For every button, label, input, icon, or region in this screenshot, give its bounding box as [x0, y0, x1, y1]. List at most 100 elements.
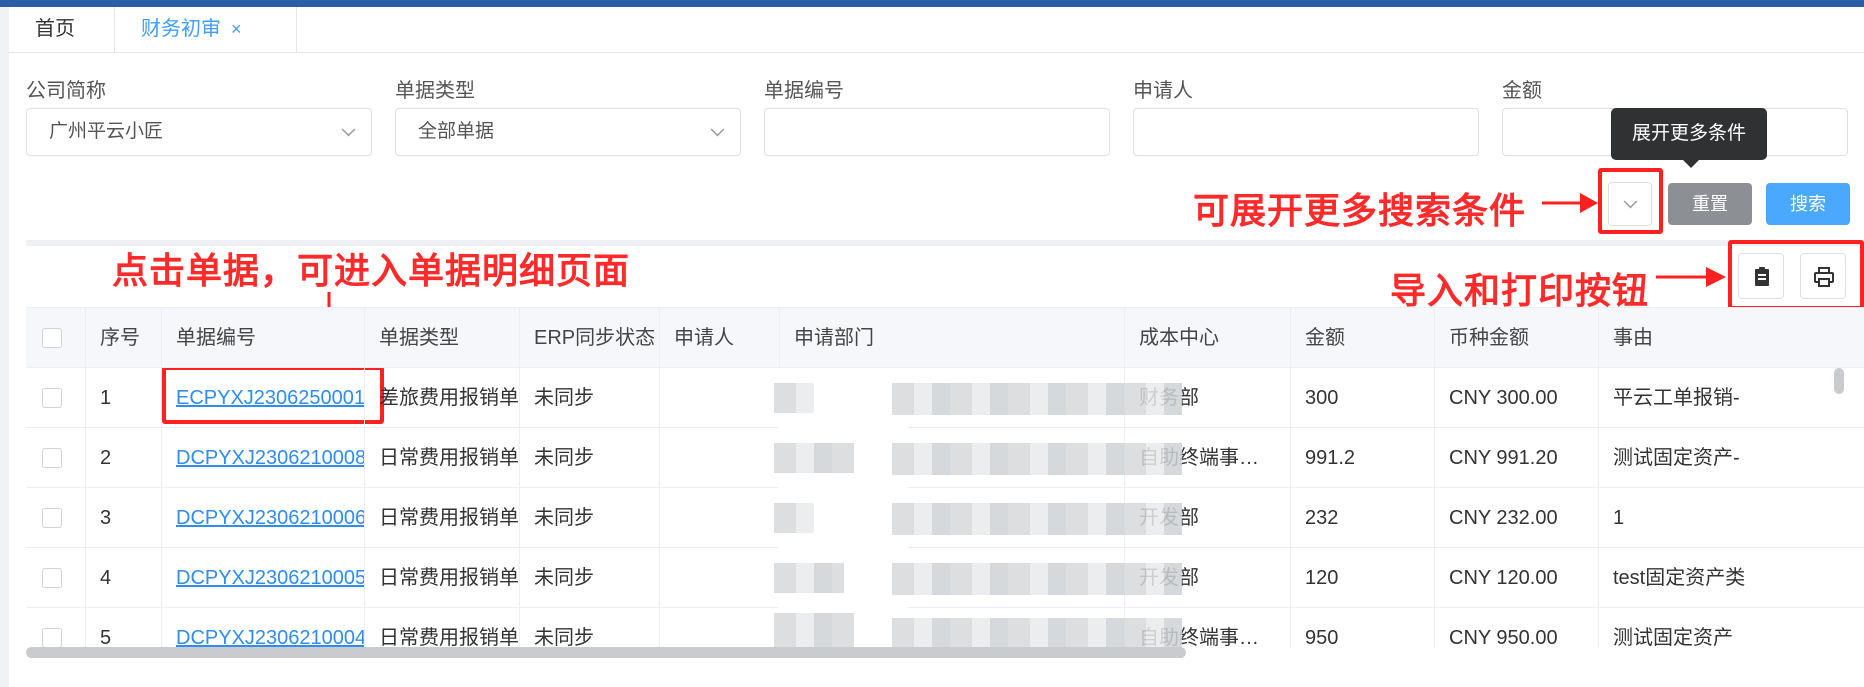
row-select-cell	[26, 548, 86, 608]
document-table: 序号 单据编号 单据类型 ERP同步状态 申请人 申请部门 成本中心 金额 币种…	[26, 307, 1864, 647]
doc-no-link[interactable]: ECPYXJ2306250001	[176, 387, 364, 409]
cell-index: 4	[86, 548, 162, 608]
cell-applicant	[660, 368, 780, 428]
applicant-input[interactable]	[1133, 108, 1479, 156]
vertical-scrollbar[interactable]	[1834, 368, 1844, 394]
header-doc-no: 单据编号	[162, 308, 365, 368]
row-checkbox[interactable]	[42, 508, 62, 528]
cell-currency-amount: CNY 232.00	[1435, 488, 1599, 548]
row-checkbox[interactable]	[42, 448, 62, 468]
doc-no-label: 单据编号	[764, 80, 844, 102]
cell-index: 1	[86, 368, 162, 428]
redacted-department	[892, 383, 1182, 415]
cell-currency-amount: CNY 300.00	[1435, 368, 1599, 428]
cell-applicant	[660, 488, 780, 548]
cell-doc-type: 差旅费用报销单	[365, 368, 520, 428]
cell-amount: 300	[1291, 368, 1435, 428]
cell-reason: 测试固定资产-	[1613, 447, 1740, 469]
select-all-cell	[26, 308, 86, 368]
cell-reason: test固定资产类	[1613, 567, 1746, 589]
close-icon[interactable]: ×	[231, 19, 242, 39]
row-select-cell	[26, 368, 86, 428]
cell-doc-no: DCPYXJ2306210006	[162, 488, 365, 548]
cell-applicant	[660, 548, 780, 608]
cell-index: 3	[86, 488, 162, 548]
cell-doc-no: DCPYXJ2306210004	[162, 608, 365, 647]
header-dept: 申请部门	[780, 308, 1125, 368]
company-label: 公司简称	[26, 80, 106, 102]
cell-reason: 平云工单报销-	[1613, 387, 1740, 409]
cell-applicant	[660, 428, 780, 488]
cell-doc-type: 日常费用报销单	[365, 488, 520, 548]
arrow-to-import-print	[1656, 267, 1726, 287]
expand-annotation: 可展开更多搜索条件	[1193, 190, 1527, 231]
row-checkbox[interactable]	[42, 388, 62, 408]
cell-amount: 991.2	[1291, 428, 1435, 488]
cell-index: 2	[86, 428, 162, 488]
cell-doc-type: 日常费用报销单	[365, 548, 520, 608]
arrow-to-expand	[1542, 193, 1598, 213]
header-cost-center: 成本中心	[1125, 308, 1291, 368]
doc-no-link[interactable]: DCPYXJ2306210005	[176, 567, 364, 589]
top-accent-bar	[0, 0, 1864, 7]
left-edge	[0, 7, 9, 687]
cell-amount: 120	[1291, 548, 1435, 608]
cell-currency-amount: CNY 950.00	[1435, 608, 1599, 647]
cell-amount: 950	[1291, 608, 1435, 647]
header-applicant: 申请人	[660, 308, 780, 368]
cell-doc-no: DCPYXJ2306210008	[162, 428, 365, 488]
tab-finance-review[interactable]: 财务初审 ×	[115, 7, 297, 53]
doc-no-link[interactable]: DCPYXJ2306210006	[176, 507, 364, 529]
redacted-applicant	[774, 443, 854, 473]
cell-reason: 测试固定资产	[1613, 627, 1733, 647]
cell-erp-status: 未同步	[520, 368, 660, 428]
header-reason: 事由	[1613, 327, 1653, 349]
applicant-label: 申请人	[1133, 80, 1193, 102]
click-doc-annotation: 点击单据，可进入单据明细页面	[112, 250, 631, 291]
cell-doc-no: ECPYXJ2306250001	[162, 368, 365, 428]
company-select[interactable]: 广州平云小匠	[26, 108, 372, 156]
tab-finance-review-label: 财务初审	[141, 18, 221, 40]
cell-applicant	[660, 608, 780, 647]
header-currency-amount: 币种金额	[1435, 308, 1599, 368]
header-amount: 金额	[1291, 308, 1435, 368]
doc-type-select-value: 全部单据	[418, 121, 495, 142]
header-doc-type: 单据类型	[365, 308, 520, 368]
row-select-cell	[26, 488, 86, 548]
cell-reason: 1	[1613, 507, 1625, 529]
row-checkbox[interactable]	[42, 628, 62, 647]
chevron-down-icon	[341, 122, 356, 137]
row-checkbox[interactable]	[42, 568, 62, 588]
row-select-cell	[26, 608, 86, 647]
tab-home-label: 首页	[35, 18, 75, 40]
import-print-highlight-box	[1728, 240, 1864, 310]
cell-erp-status: 未同步	[520, 548, 660, 608]
horizontal-scrollbar[interactable]	[26, 647, 1186, 658]
header-erp-status: ERP同步状态	[520, 308, 660, 368]
expand-tooltip: 展开更多条件	[1611, 108, 1767, 168]
tab-bar: 首页 财务初审 ×	[9, 7, 1864, 53]
reset-button[interactable]: 重置	[1668, 183, 1752, 225]
doc-type-select[interactable]: 全部单据	[395, 108, 741, 156]
cell-amount: 232	[1291, 488, 1435, 548]
cell-erp-status: 未同步	[520, 608, 660, 647]
chevron-down-icon	[710, 122, 725, 137]
doc-no-link[interactable]: DCPYXJ2306210004	[176, 627, 364, 647]
redacted-department	[892, 443, 1182, 475]
company-select-value: 广州平云小匠	[49, 121, 164, 142]
redacted-applicant	[774, 563, 844, 593]
amount-label: 金额	[1502, 80, 1542, 102]
cell-doc-type: 日常费用报销单	[365, 608, 520, 647]
tab-home[interactable]: 首页	[9, 7, 115, 53]
doc-no-link[interactable]: DCPYXJ2306210008	[176, 447, 364, 469]
redacted-applicant	[774, 613, 854, 647]
select-all-checkbox[interactable]	[42, 328, 62, 348]
redacted-applicant	[774, 503, 814, 533]
cell-currency-amount: CNY 120.00	[1435, 548, 1599, 608]
doc-no-input[interactable]	[764, 108, 1110, 156]
search-button[interactable]: 搜索	[1766, 183, 1850, 225]
cell-index: 5	[86, 608, 162, 647]
doc-type-label: 单据类型	[395, 80, 475, 102]
expand-highlight-box	[1598, 168, 1663, 234]
header-index: 序号	[86, 308, 162, 368]
